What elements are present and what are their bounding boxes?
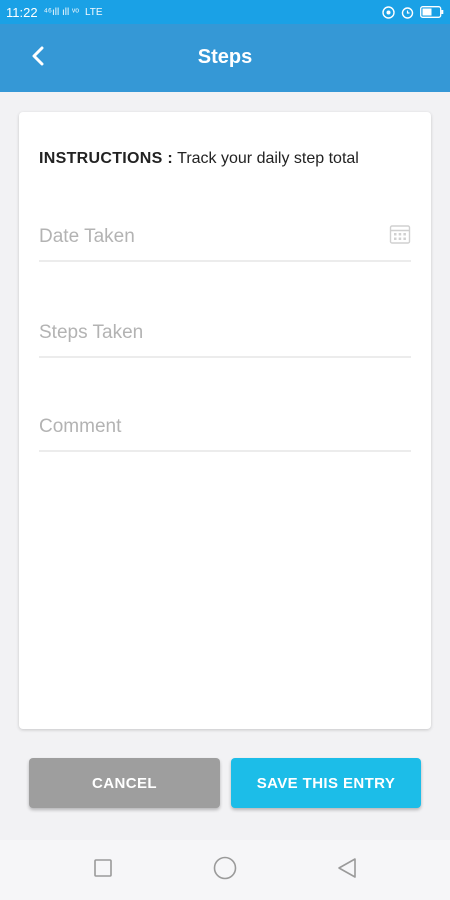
- system-nav-bar: [0, 840, 450, 900]
- calendar-icon[interactable]: [389, 223, 411, 250]
- app-bar: Steps: [0, 24, 450, 92]
- date-taken-field[interactable]: Date Taken: [39, 220, 411, 262]
- steps-taken-field[interactable]: Steps Taken: [39, 316, 411, 358]
- save-entry-button[interactable]: SAVE THIS ENTRY: [231, 758, 421, 808]
- status-signal-text: ⁴⁶ıll ıll ᵛᵒ: [43, 6, 79, 18]
- date-taken-placeholder: Date Taken: [39, 226, 135, 247]
- instructions: INSTRUCTIONS : Track your daily step tot…: [39, 148, 379, 170]
- triangle-back-icon: [336, 857, 358, 884]
- comment-field[interactable]: Comment: [39, 410, 411, 452]
- status-bar: 11:22 ⁴⁶ıll ıll ᵛᵒ LTE: [0, 0, 450, 24]
- page-title: Steps: [197, 46, 253, 68]
- status-sync-icon: [382, 5, 395, 19]
- steps-taken-placeholder: Steps Taken: [39, 322, 144, 343]
- alarm-icon: [401, 6, 414, 19]
- nav-back-button[interactable]: [335, 857, 359, 884]
- comment-placeholder: Comment: [39, 416, 122, 437]
- home-button[interactable]: [213, 856, 237, 885]
- recent-apps-button[interactable]: [91, 858, 115, 882]
- status-left: 11:22 ⁴⁶ıll ıll ᵛᵒ LTE: [6, 5, 103, 20]
- battery-icon: [420, 6, 444, 18]
- circle-icon: [213, 856, 237, 885]
- entry-form-card: INSTRUCTIONS : Track your daily step tot…: [19, 112, 431, 729]
- instructions-text: Track your daily step total: [172, 150, 359, 167]
- status-network-badge: LTE: [84, 6, 103, 18]
- square-icon: [93, 858, 113, 883]
- status-time: 11:22: [6, 4, 38, 20]
- cancel-button[interactable]: CANCEL: [29, 758, 220, 808]
- instructions-label: INSTRUCTIONS :: [39, 150, 173, 167]
- status-right: [382, 5, 444, 19]
